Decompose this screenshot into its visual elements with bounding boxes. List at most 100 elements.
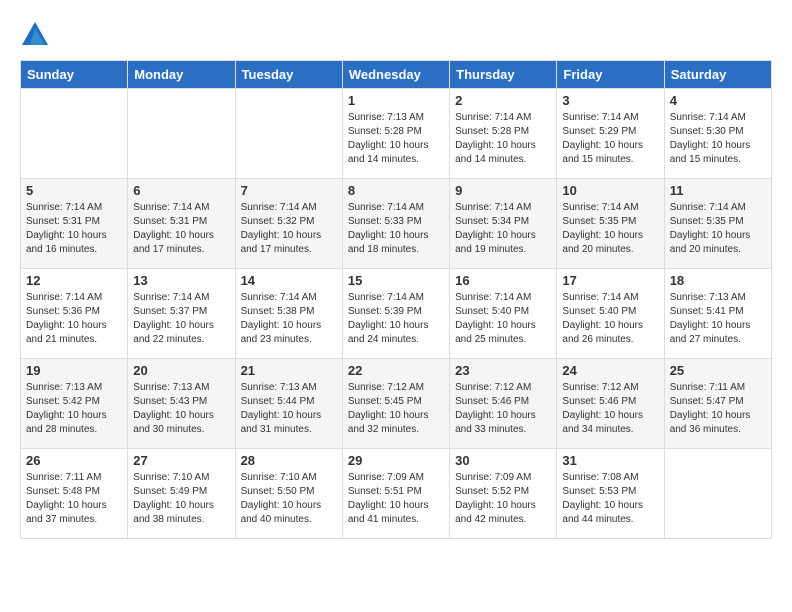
day-number: 16 <box>455 273 551 288</box>
day-number: 23 <box>455 363 551 378</box>
day-info: Sunrise: 7:14 AM Sunset: 5:36 PM Dayligh… <box>26 291 122 347</box>
page-header <box>20 20 772 50</box>
day-number: 13 <box>133 273 229 288</box>
calendar-table: SundayMondayTuesdayWednesdayThursdayFrid… <box>20 60 772 539</box>
day-info: Sunrise: 7:14 AM Sunset: 5:38 PM Dayligh… <box>241 291 337 347</box>
day-info: Sunrise: 7:14 AM Sunset: 5:29 PM Dayligh… <box>562 111 658 167</box>
day-number: 12 <box>26 273 122 288</box>
calendar-cell: 31Sunrise: 7:08 AM Sunset: 5:53 PM Dayli… <box>557 449 664 539</box>
calendar-cell: 28Sunrise: 7:10 AM Sunset: 5:50 PM Dayli… <box>235 449 342 539</box>
day-number: 24 <box>562 363 658 378</box>
calendar-cell: 23 Sunrise: 7:12 AM Sunset: 5:46 PM Dayli… <box>450 359 557 449</box>
day-number: 26 <box>26 453 122 468</box>
calendar-week-4: 19 Sunrise: 7:13 AM Sunset: 5:42 PM Dayli… <box>21 359 772 449</box>
day-number: 17 <box>562 273 658 288</box>
day-info: Sunrise: 7:09 AM Sunset: 5:51 PM Dayligh… <box>348 471 444 527</box>
day-number: 1 <box>348 93 444 108</box>
day-info: Sunrise: 7:12 AM Sunset: 5:46 PM Dayligh… <box>562 381 658 437</box>
calendar-cell: 16 Sunrise: 7:14 AM Sunset: 5:40 PM Dayli… <box>450 269 557 359</box>
calendar-cell: 21 Sunrise: 7:13 AM Sunset: 5:44 PM Dayli… <box>235 359 342 449</box>
day-info: Sunrise: 7:09 AM Sunset: 5:52 PM Dayligh… <box>455 471 551 527</box>
calendar-cell: 13 Sunrise: 7:14 AM Sunset: 5:37 PM Dayli… <box>128 269 235 359</box>
calendar-cell <box>21 89 128 179</box>
day-info: Sunrise: 7:14 AM Sunset: 5:30 PM Dayligh… <box>670 111 766 167</box>
day-info: Sunrise: 7:13 AM Sunset: 5:42 PM Dayligh… <box>26 381 122 437</box>
logo-icon <box>20 20 50 50</box>
calendar-cell: 29 Sunrise: 7:09 AM Sunset: 5:51 PM Dayli… <box>342 449 449 539</box>
day-number: 7 <box>241 183 337 198</box>
day-info: Sunrise: 7:13 AM Sunset: 5:41 PM Dayligh… <box>670 291 766 347</box>
calendar-cell: 18Sunrise: 7:13 AM Sunset: 5:41 PM Dayli… <box>664 269 771 359</box>
calendar-cell: 9 Sunrise: 7:14 AM Sunset: 5:34 PM Daylig… <box>450 179 557 269</box>
day-number: 10 <box>562 183 658 198</box>
day-number: 15 <box>348 273 444 288</box>
calendar-cell: 27Sunrise: 7:10 AM Sunset: 5:49 PM Dayli… <box>128 449 235 539</box>
calendar-header-row: SundayMondayTuesdayWednesdayThursdayFrid… <box>21 61 772 89</box>
calendar-cell: 8Sunrise: 7:14 AM Sunset: 5:33 PM Daylig… <box>342 179 449 269</box>
day-info: Sunrise: 7:14 AM Sunset: 5:34 PM Dayligh… <box>455 201 551 257</box>
calendar-week-3: 12 Sunrise: 7:14 AM Sunset: 5:36 PM Dayli… <box>21 269 772 359</box>
calendar-cell <box>664 449 771 539</box>
day-number: 31 <box>562 453 658 468</box>
calendar-cell: 12 Sunrise: 7:14 AM Sunset: 5:36 PM Dayli… <box>21 269 128 359</box>
day-info: Sunrise: 7:14 AM Sunset: 5:31 PM Dayligh… <box>26 201 122 257</box>
calendar-cell: 7 Sunrise: 7:14 AM Sunset: 5:32 PM Daylig… <box>235 179 342 269</box>
calendar-cell: 3 Sunrise: 7:14 AM Sunset: 5:29 PM Daylig… <box>557 89 664 179</box>
calendar-cell: 24 Sunrise: 7:12 AM Sunset: 5:46 PM Dayli… <box>557 359 664 449</box>
day-info: Sunrise: 7:14 AM Sunset: 5:40 PM Dayligh… <box>455 291 551 347</box>
day-header-wednesday: Wednesday <box>342 61 449 89</box>
day-info: Sunrise: 7:14 AM Sunset: 5:31 PM Dayligh… <box>133 201 229 257</box>
calendar-cell: 25 Sunrise: 7:11 AM Sunset: 5:47 PM Dayli… <box>664 359 771 449</box>
day-header-sunday: Sunday <box>21 61 128 89</box>
calendar-cell: 10 Sunrise: 7:14 AM Sunset: 5:35 PM Dayli… <box>557 179 664 269</box>
day-info: Sunrise: 7:13 AM Sunset: 5:28 PM Dayligh… <box>348 111 444 167</box>
day-number: 11 <box>670 183 766 198</box>
calendar-cell: 4 Sunrise: 7:14 AM Sunset: 5:30 PM Daylig… <box>664 89 771 179</box>
day-number: 22 <box>348 363 444 378</box>
calendar-cell: 5 Sunrise: 7:14 AM Sunset: 5:31 PM Daylig… <box>21 179 128 269</box>
calendar-cell: 19 Sunrise: 7:13 AM Sunset: 5:42 PM Dayli… <box>21 359 128 449</box>
calendar-cell: 15 Sunrise: 7:14 AM Sunset: 5:39 PM Dayli… <box>342 269 449 359</box>
day-number: 2 <box>455 93 551 108</box>
calendar-cell: 2 Sunrise: 7:14 AM Sunset: 5:28 PM Daylig… <box>450 89 557 179</box>
day-info: Sunrise: 7:12 AM Sunset: 5:45 PM Dayligh… <box>348 381 444 437</box>
day-number: 19 <box>26 363 122 378</box>
day-info: Sunrise: 7:11 AM Sunset: 5:48 PM Dayligh… <box>26 471 122 527</box>
day-number: 14 <box>241 273 337 288</box>
calendar-cell <box>128 89 235 179</box>
day-info: Sunrise: 7:14 AM Sunset: 5:37 PM Dayligh… <box>133 291 229 347</box>
calendar-week-1: 1 Sunrise: 7:13 AM Sunset: 5:28 PM Daylig… <box>21 89 772 179</box>
day-number: 21 <box>241 363 337 378</box>
day-number: 9 <box>455 183 551 198</box>
day-number: 27 <box>133 453 229 468</box>
calendar-cell: 20 Sunrise: 7:13 AM Sunset: 5:43 PM Dayli… <box>128 359 235 449</box>
day-number: 25 <box>670 363 766 378</box>
calendar-week-5: 26 Sunrise: 7:11 AM Sunset: 5:48 PM Dayli… <box>21 449 772 539</box>
calendar-cell: 14 Sunrise: 7:14 AM Sunset: 5:38 PM Dayli… <box>235 269 342 359</box>
day-number: 20 <box>133 363 229 378</box>
day-header-thursday: Thursday <box>450 61 557 89</box>
day-info: Sunrise: 7:14 AM Sunset: 5:39 PM Dayligh… <box>348 291 444 347</box>
logo <box>20 20 52 50</box>
day-info: Sunrise: 7:14 AM Sunset: 5:35 PM Dayligh… <box>562 201 658 257</box>
day-info: Sunrise: 7:11 AM Sunset: 5:47 PM Dayligh… <box>670 381 766 437</box>
calendar-cell: 17Sunrise: 7:14 AM Sunset: 5:40 PM Dayli… <box>557 269 664 359</box>
day-info: Sunrise: 7:14 AM Sunset: 5:28 PM Dayligh… <box>455 111 551 167</box>
day-info: Sunrise: 7:13 AM Sunset: 5:44 PM Dayligh… <box>241 381 337 437</box>
day-info: Sunrise: 7:12 AM Sunset: 5:46 PM Dayligh… <box>455 381 551 437</box>
calendar-cell: 30Sunrise: 7:09 AM Sunset: 5:52 PM Dayli… <box>450 449 557 539</box>
day-number: 29 <box>348 453 444 468</box>
day-header-saturday: Saturday <box>664 61 771 89</box>
day-number: 3 <box>562 93 658 108</box>
calendar-cell: 26 Sunrise: 7:11 AM Sunset: 5:48 PM Dayli… <box>21 449 128 539</box>
day-info: Sunrise: 7:14 AM Sunset: 5:32 PM Dayligh… <box>241 201 337 257</box>
day-number: 6 <box>133 183 229 198</box>
day-info: Sunrise: 7:13 AM Sunset: 5:43 PM Dayligh… <box>133 381 229 437</box>
day-info: Sunrise: 7:14 AM Sunset: 5:33 PM Dayligh… <box>348 201 444 257</box>
calendar-cell: 22 Sunrise: 7:12 AM Sunset: 5:45 PM Dayli… <box>342 359 449 449</box>
calendar-cell <box>235 89 342 179</box>
day-number: 5 <box>26 183 122 198</box>
day-info: Sunrise: 7:10 AM Sunset: 5:50 PM Dayligh… <box>241 471 337 527</box>
day-header-friday: Friday <box>557 61 664 89</box>
day-number: 4 <box>670 93 766 108</box>
